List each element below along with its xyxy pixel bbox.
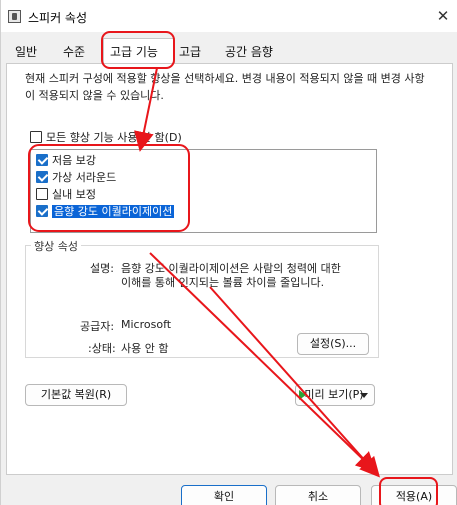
tab-levels[interactable]: 수준	[57, 42, 91, 63]
close-button[interactable]: ✕	[428, 0, 457, 32]
settings-button[interactable]: 설정(S)...	[297, 333, 369, 355]
status-value: 사용 안 함	[121, 342, 169, 355]
provider-label: 공급자:	[80, 320, 115, 333]
description-line-2: 이해를 통해 인지되는 볼륨 차이를 줄입니다.	[121, 276, 325, 289]
play-icon	[299, 390, 306, 400]
tab-bar: 일반 수준 고급 기능 고급 공간 음향	[1, 38, 457, 64]
enhancement-list[interactable]: 저음 보강 가상 서라운드 실내 보정 음향 강도 이퀄라이제이션	[30, 149, 377, 233]
apply-button[interactable]: 적용(A)	[371, 485, 457, 505]
list-item-bass-boost[interactable]: 저음 보강	[36, 152, 96, 169]
speaker-properties-window: 스피커 속성 ✕ 일반 수준 고급 기능 고급 공간 음향 현재 스피커 구성에…	[0, 0, 457, 505]
restore-defaults-button[interactable]: 기본값 복원(R)	[25, 384, 127, 406]
enhancements-description: 현재 스피커 구성에 적용할 향상을 선택하세요. 변경 내용이 적용되지 않을…	[25, 72, 425, 102]
checkbox-unchecked[interactable]	[36, 188, 48, 200]
title-bar: 스피커 속성 ✕	[1, 0, 457, 32]
preview-button[interactable]: 미리 보기(P)	[295, 384, 375, 406]
tab-enhancements[interactable]: 고급 기능	[103, 38, 175, 64]
checkbox-checked[interactable]	[36, 171, 48, 183]
checkbox-checked[interactable]	[36, 205, 48, 217]
checkbox-box	[30, 131, 42, 143]
ok-button[interactable]: 확인	[181, 485, 267, 505]
tab-spatial-sound[interactable]: 공간 음향	[219, 42, 279, 63]
tab-advanced[interactable]: 고급	[173, 42, 207, 63]
list-item-room-correction[interactable]: 실내 보정	[36, 186, 96, 203]
dropdown-arrow-icon[interactable]	[360, 393, 368, 398]
checkbox-checked[interactable]	[36, 154, 48, 166]
cancel-button[interactable]: 취소	[275, 485, 361, 505]
disable-all-checkbox[interactable]: 모든 향상 기능 사용 안 함(D)	[30, 129, 182, 145]
speaker-icon	[8, 10, 21, 23]
window-title: 스피커 속성	[28, 11, 88, 25]
list-item-loudness-equalization[interactable]: 음향 강도 이퀄라이제이션	[36, 203, 175, 220]
status-label: :상태:	[88, 342, 116, 355]
provider-value: Microsoft	[121, 318, 172, 331]
preview-label: 미리 보기(P)	[304, 388, 364, 401]
group-title: 향상 속성	[31, 238, 81, 254]
description-label: 설명:	[90, 262, 114, 275]
tab-general[interactable]: 일반	[9, 42, 43, 63]
disable-all-label: 모든 향상 기능 사용 안 함(D)	[46, 131, 182, 144]
list-item-virtual-surround[interactable]: 가상 서라운드	[36, 169, 116, 186]
